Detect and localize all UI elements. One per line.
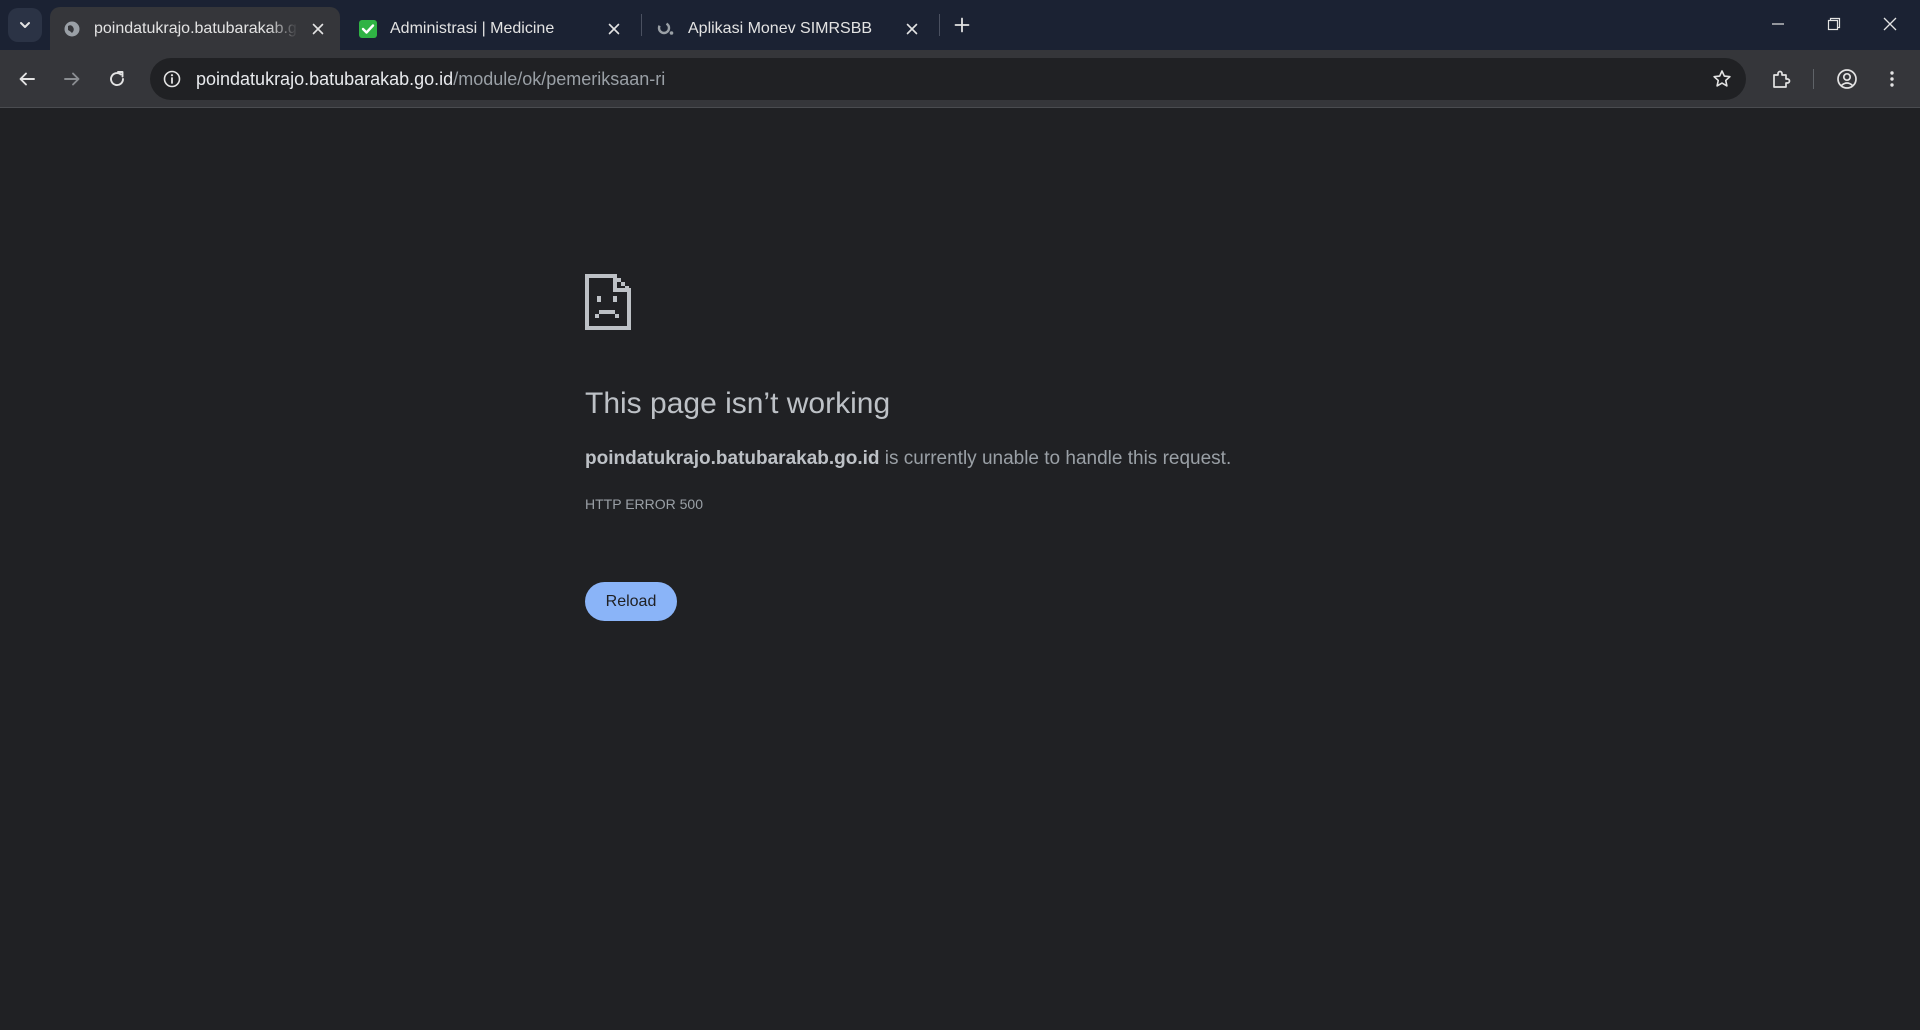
restore-button[interactable] [1806,0,1862,48]
error-code: HTTP ERROR 500 [585,496,703,512]
restore-icon [1827,17,1841,31]
tab-search-button[interactable] [8,8,42,42]
error-title: This page isn’t working [585,387,891,420]
close-icon[interactable] [900,17,924,41]
back-button[interactable] [9,61,45,97]
tab-poindatukrajo[interactable]: poindatukrajo.batubarakab.go.id [50,7,340,50]
green-shield-check-icon [358,19,378,39]
address-host: poindatukrajo.batubarakab.go.id [196,68,454,89]
error-page: This page isn’t working poindatukrajo.ba… [0,109,1920,1030]
account-circle-icon [1837,69,1857,89]
extensions-button[interactable] [1763,61,1799,97]
address-path: /module/ok/pemeriksaan-ri [453,68,666,89]
browser-toolbar: poindatukrajo.batubarakab.go.id/module/o… [0,50,1920,108]
globe-icon [62,19,82,39]
address-url[interactable]: poindatukrajo.batubarakab.go.id/module/o… [196,69,665,90]
browser-menu-button[interactable] [1874,61,1910,97]
close-icon [1883,17,1897,31]
site-info-icon[interactable] [160,67,184,91]
arrow-right-icon [64,72,80,86]
plus-icon [954,17,970,33]
tab-title: Administrasi | Medicine [390,19,555,37]
tab-title: poindatukrajo.batubarakab.go.id [94,19,298,38]
tab-title: Aplikasi Monev SIMRSBB [688,19,873,37]
toolbar-divider [1813,69,1814,89]
new-tab-button[interactable] [948,11,976,39]
address-bar[interactable]: poindatukrajo.batubarakab.go.id/module/o… [150,58,1746,100]
sad-document-icon [585,274,631,330]
bookmark-star-icon[interactable] [1710,67,1734,91]
close-icon[interactable] [602,17,626,41]
error-host: poindatukrajo.batubarakab.go.id [585,448,880,469]
puzzle-piece-icon [1773,70,1791,88]
tab-separator [939,14,940,36]
error-description: poindatukrajo.batubarakab.go.id is curre… [585,448,1231,470]
minimize-button[interactable] [1750,0,1806,48]
forward-button[interactable] [54,61,90,97]
chevron-down-icon [20,22,30,28]
error-message: is currently unable to handle this reque… [879,448,1232,469]
window-close-button[interactable] [1862,0,1918,48]
tab-aplikasi-monev[interactable]: Aplikasi Monev SIMRSBB [644,7,934,50]
refresh-icon [110,71,124,86]
tab-strip: poindatukrajo.batubarakab.go.id Administ… [0,0,1920,50]
reload-button[interactable]: Reload [585,582,677,621]
close-icon[interactable] [306,17,330,41]
tab-separator [641,14,642,36]
tab-administrasi-medicine[interactable]: Administrasi | Medicine [346,7,636,50]
profile-button[interactable] [1829,61,1865,97]
loading-favicon-icon [656,19,676,39]
minimize-icon [1772,23,1784,25]
arrow-left-icon [19,72,35,86]
more-vert-icon [1890,71,1894,87]
reload-toolbar-button[interactable] [99,61,135,97]
